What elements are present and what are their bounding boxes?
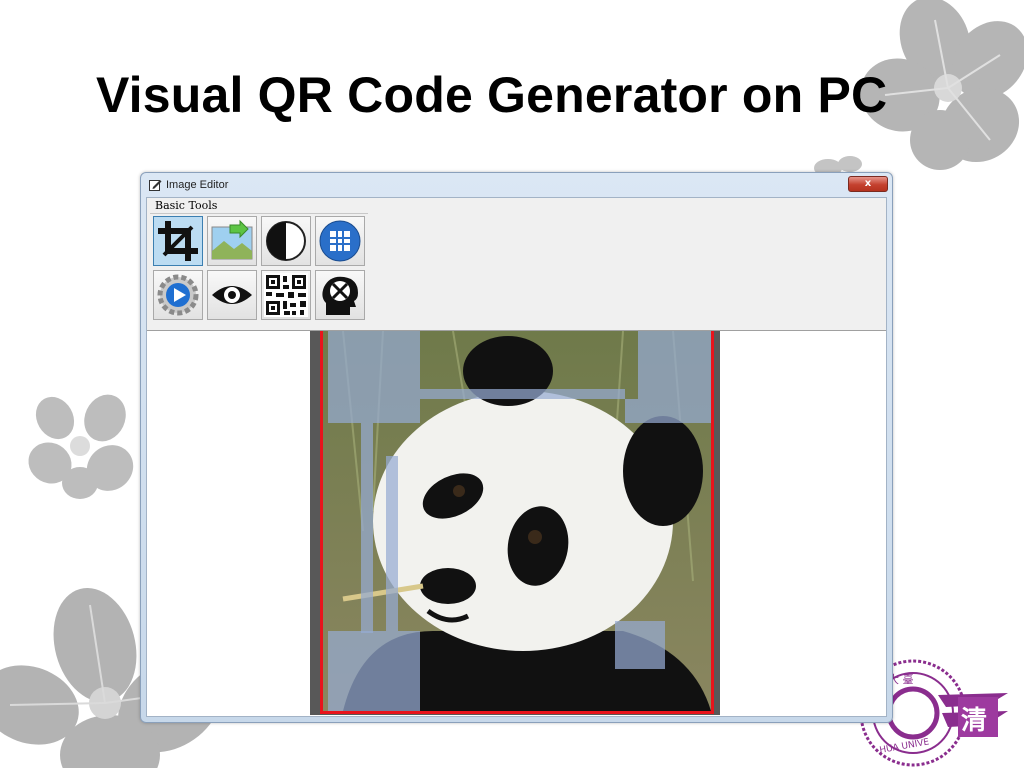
image-resize-tool-button[interactable]: [207, 216, 257, 266]
edit-icon: [149, 180, 162, 191]
qr-overlay-block: [361, 423, 373, 633]
settings-gear-icon: [157, 274, 199, 316]
grid-tool-button[interactable]: [315, 216, 365, 266]
window-title: Image Editor: [166, 179, 229, 191]
crop-tool-button[interactable]: [153, 216, 203, 266]
eye-icon: [212, 286, 252, 304]
basic-tools-group-label: Basic Tools: [155, 199, 218, 212]
qr-code-tool-button[interactable]: [261, 270, 311, 320]
preview-tool-button[interactable]: [207, 270, 257, 320]
photo-frame: [310, 331, 720, 715]
advanced-tools-button[interactable]: [315, 270, 365, 320]
svg-text:清: 清: [961, 706, 987, 736]
qr-overlay-block: [386, 456, 398, 631]
settings-tool-button[interactable]: [153, 270, 203, 320]
slide-title: Visual QR Code Generator on PC: [96, 67, 888, 123]
qr-overlay-block: [615, 621, 665, 669]
qr-photo-area[interactable]: [320, 331, 714, 714]
image-editor-window: Image Editor x Basic Tools: [140, 172, 893, 723]
qr-code-icon: [264, 273, 308, 317]
qr-overlay-block: [328, 331, 420, 423]
flower-decoration-left: [28, 394, 134, 499]
qr-overlay-block: [328, 631, 420, 711]
contrast-icon: [266, 221, 306, 261]
qr-overlay-block: [625, 399, 638, 423]
window-client-area: Basic Tools: [146, 197, 887, 717]
close-button[interactable]: x: [848, 176, 888, 192]
crop-icon: [158, 221, 198, 261]
landscape-image-icon: [211, 219, 253, 260]
qr-overlay-block: [638, 331, 711, 423]
grid-icon: [319, 220, 361, 262]
window-titlebar[interactable]: Image Editor x: [141, 173, 892, 197]
qr-overlay-block: [420, 389, 625, 399]
toolbar-panel: Basic Tools: [147, 198, 886, 331]
contrast-tool-button[interactable]: [261, 216, 311, 266]
svg-text:HUA UNIVE: HUA UNIVE: [879, 737, 930, 756]
image-canvas[interactable]: [147, 331, 886, 716]
head-tools-icon: [322, 276, 358, 315]
